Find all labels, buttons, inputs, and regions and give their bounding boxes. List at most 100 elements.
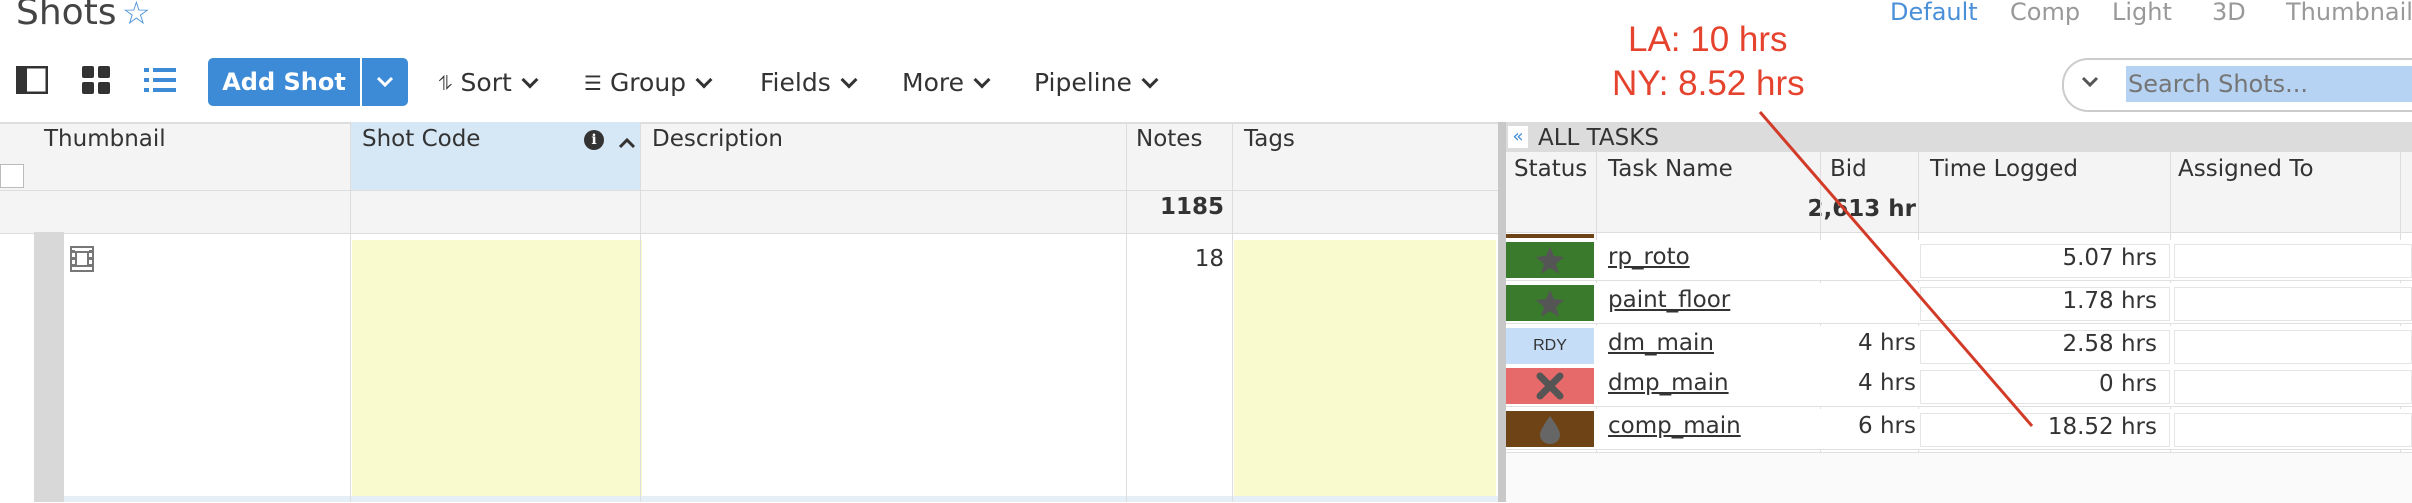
star-icon	[1536, 290, 1564, 317]
task-row[interactable]: paint_floor 1.78 hrs	[1506, 283, 2412, 324]
add-shot-menu-button[interactable]	[362, 58, 408, 106]
collapse-icon[interactable]: «	[1508, 126, 1528, 148]
panel-splitter[interactable]	[1498, 122, 1506, 502]
tags-cell[interactable]	[1234, 240, 1496, 502]
chevron-down-icon	[376, 76, 394, 88]
column-status[interactable]: Status	[1514, 156, 1587, 182]
task-assigned-to[interactable]	[2174, 330, 2412, 364]
column-task-name[interactable]: Task Name	[1608, 156, 1733, 182]
task-row[interactable]: rp_roto 5.07 hrs	[1506, 240, 2412, 281]
tab-light[interactable]: Light	[2112, 0, 2172, 26]
task-row[interactable]: comp_main 6 hrs 18.52 hrs	[1506, 409, 2412, 450]
add-shot-button[interactable]: Add Shot	[208, 58, 360, 106]
tab-comp[interactable]: Comp	[2010, 0, 2080, 26]
tab-thumbnail[interactable]: Thumbnail	[2286, 0, 2412, 26]
search-input[interactable]	[2126, 66, 2412, 102]
task-bid: 4 hrs	[1858, 330, 1916, 356]
task-name-link[interactable]: rp_roto	[1608, 244, 1690, 270]
pipeline-button[interactable]: Pipeline	[1034, 68, 1159, 97]
column-description[interactable]: Description	[652, 126, 783, 152]
task-time-logged[interactable]: 18.52 hrs	[1920, 413, 2170, 447]
column-assigned-to[interactable]: Assigned To	[2178, 156, 2314, 182]
task-time-logged[interactable]: 0 hrs	[1920, 370, 2170, 404]
grid-summary-row	[0, 190, 1498, 234]
status-cell[interactable]	[1506, 368, 1594, 404]
film-icon	[70, 246, 94, 276]
task-assigned-to[interactable]	[2174, 413, 2412, 447]
sort-icon: ⥮	[438, 70, 453, 95]
task-time-logged[interactable]: 5.07 hrs	[1920, 244, 2170, 278]
sort-ascending-icon[interactable]	[618, 134, 636, 153]
all-tasks-title: ALL TASKS	[1538, 125, 1659, 151]
pipeline-label: Pipeline	[1034, 68, 1132, 97]
column-divider	[350, 122, 351, 502]
column-tags[interactable]: Tags	[1244, 126, 1295, 152]
task-row[interactable]: RDY dm_main 4 hrs 2.58 hrs	[1506, 326, 2412, 367]
tasks-summary-row	[1506, 190, 2412, 233]
status-cell[interactable]: RDY	[1506, 328, 1594, 364]
search-scope-dropdown[interactable]	[2078, 64, 2102, 100]
task-bid: 6 hrs	[1858, 413, 1916, 439]
task-bid: 4 hrs	[1858, 370, 1916, 396]
task-name-link[interactable]: dmp_main	[1608, 370, 1729, 396]
ready-status-label: RDY	[1533, 337, 1567, 354]
chevron-down-icon	[973, 71, 991, 88]
notes-summary: 1185	[1159, 194, 1224, 220]
shot-code-cell[interactable]	[352, 240, 642, 502]
tab-3d[interactable]: 3D	[2212, 0, 2246, 26]
chevron-down-icon	[2081, 76, 2099, 88]
status-cell[interactable]	[1506, 242, 1594, 278]
list-layout-icon[interactable]	[142, 62, 178, 98]
select-all-checkbox[interactable]	[0, 164, 24, 188]
chevron-down-icon	[521, 71, 539, 88]
task-name-link[interactable]: paint_floor	[1608, 287, 1730, 313]
status-sliver	[1506, 234, 1594, 238]
sort-label: Sort	[460, 68, 512, 97]
task-time-logged[interactable]: 2.58 hrs	[1920, 330, 2170, 364]
favorite-star-icon[interactable]: ☆	[122, 0, 151, 32]
group-button[interactable]: ☰ Group	[584, 68, 713, 97]
column-bid[interactable]: Bid	[1830, 156, 1867, 182]
task-name-link[interactable]: comp_main	[1608, 413, 1741, 439]
star-icon	[1536, 247, 1564, 274]
column-shot-code[interactable]: Shot Code	[362, 126, 480, 152]
task-list-empty-area	[1506, 452, 2412, 503]
page-title: Shots	[16, 0, 117, 33]
more-label: More	[902, 68, 964, 97]
annotation-ny: NY: 8.52 hrs	[1612, 64, 1805, 103]
status-cell[interactable]	[1506, 411, 1594, 447]
task-assigned-to[interactable]	[2174, 287, 2412, 321]
row-gutter	[34, 232, 64, 502]
drop-icon	[1540, 416, 1560, 444]
group-label: Group	[609, 68, 687, 97]
column-divider	[1126, 122, 1127, 502]
column-divider	[640, 122, 641, 502]
sort-button[interactable]: ⥮ Sort	[438, 68, 539, 97]
tab-default[interactable]: Default	[1890, 0, 1978, 26]
column-time-logged[interactable]: Time Logged	[1930, 156, 2078, 182]
detail-layout-icon[interactable]	[14, 62, 50, 98]
more-button[interactable]: More	[902, 68, 991, 97]
fields-label: Fields	[760, 68, 831, 97]
column-divider	[1232, 122, 1233, 502]
task-name-link[interactable]: dm_main	[1608, 330, 1714, 356]
bid-summary: 2,613 hr	[1807, 196, 1916, 222]
column-thumbnail[interactable]: Thumbnail	[44, 126, 166, 152]
task-time-logged[interactable]: 1.78 hrs	[1920, 287, 2170, 321]
omit-x-icon	[1536, 372, 1564, 400]
grid-layout-icon[interactable]	[78, 62, 114, 98]
annotation-la: LA: 10 hrs	[1628, 20, 1788, 59]
chevron-down-icon	[840, 71, 858, 88]
column-notes[interactable]: Notes	[1136, 126, 1202, 152]
next-row	[64, 496, 1498, 502]
task-assigned-to[interactable]	[2174, 370, 2412, 404]
notes-cell: 18	[1194, 246, 1224, 272]
task-assigned-to[interactable]	[2174, 244, 2412, 278]
info-icon[interactable]: i	[584, 130, 604, 150]
chevron-down-icon	[1141, 71, 1159, 88]
group-icon: ☰	[584, 70, 602, 95]
fields-button[interactable]: Fields	[760, 68, 858, 97]
status-cell[interactable]	[1506, 285, 1594, 321]
chevron-down-icon	[695, 71, 713, 88]
task-row[interactable]: dmp_main 4 hrs 0 hrs	[1506, 366, 2412, 407]
